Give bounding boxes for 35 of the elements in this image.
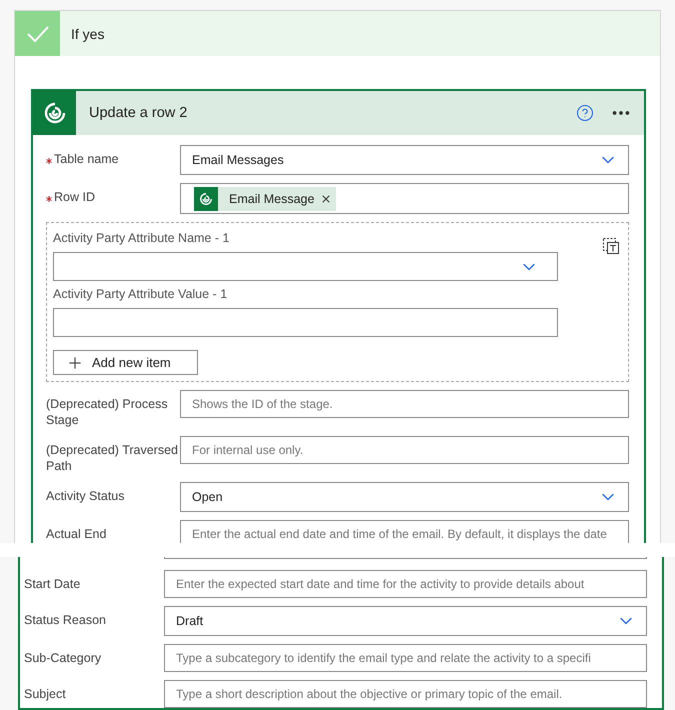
add-item-button[interactable]: Add new item — [53, 350, 198, 375]
required-icon — [46, 158, 52, 164]
dropdown[interactable]: Open — [180, 482, 629, 512]
dropdown[interactable] — [53, 252, 558, 281]
field-label: Activity Party Attribute Name - 1 — [53, 231, 230, 246]
condition-title: If yes — [71, 26, 104, 42]
logo-icon — [199, 192, 213, 206]
required-icon — [46, 196, 52, 202]
field-label: Subject — [24, 686, 67, 702]
input-field[interactable]: Type a short description about the objective or primary topic of the email. — [164, 680, 647, 708]
logo-icon — [42, 101, 66, 125]
dropdown[interactable]: Draft — [164, 606, 647, 636]
field-label: Start Date — [24, 576, 82, 592]
input-field[interactable]: For internal use only. — [180, 436, 629, 464]
field-label: Activity Party Attribute Value - 1 — [53, 287, 228, 302]
field-label: Table name — [46, 145, 180, 168]
token-chip[interactable]: Email Message — [194, 186, 336, 210]
field-label: (Deprecated) Traversed Path — [46, 442, 180, 474]
field-label: Sub-Category — [24, 650, 102, 666]
field-label: Actual End — [46, 526, 108, 542]
field-label: Status Reason — [24, 612, 107, 628]
help-icon[interactable] — [576, 104, 594, 122]
row-id-field[interactable]: Email Message — [180, 183, 629, 214]
input-field[interactable]: Enter the expected start date and time for the activity to provide details about — [164, 570, 647, 598]
input-field[interactable] — [53, 308, 558, 337]
field-label: (Deprecated) Process Stage — [46, 396, 169, 428]
input-field[interactable]: Shows the ID of the stage. — [180, 390, 629, 418]
close-icon[interactable] — [320, 192, 332, 204]
field-label: Activity Status — [46, 488, 126, 504]
text-mode-icon[interactable] — [602, 237, 620, 255]
input-field[interactable]: Enter the actual end date and time of the email. By default, it displays the date — [180, 520, 629, 543]
dropdown[interactable]: Email Messages — [180, 145, 629, 175]
card-title: Update a row 2 — [89, 105, 188, 121]
field-label: Row ID — [46, 183, 180, 206]
input-field[interactable]: Type a subcategory to identify the email type and relate the activity to a specifi — [164, 644, 647, 672]
